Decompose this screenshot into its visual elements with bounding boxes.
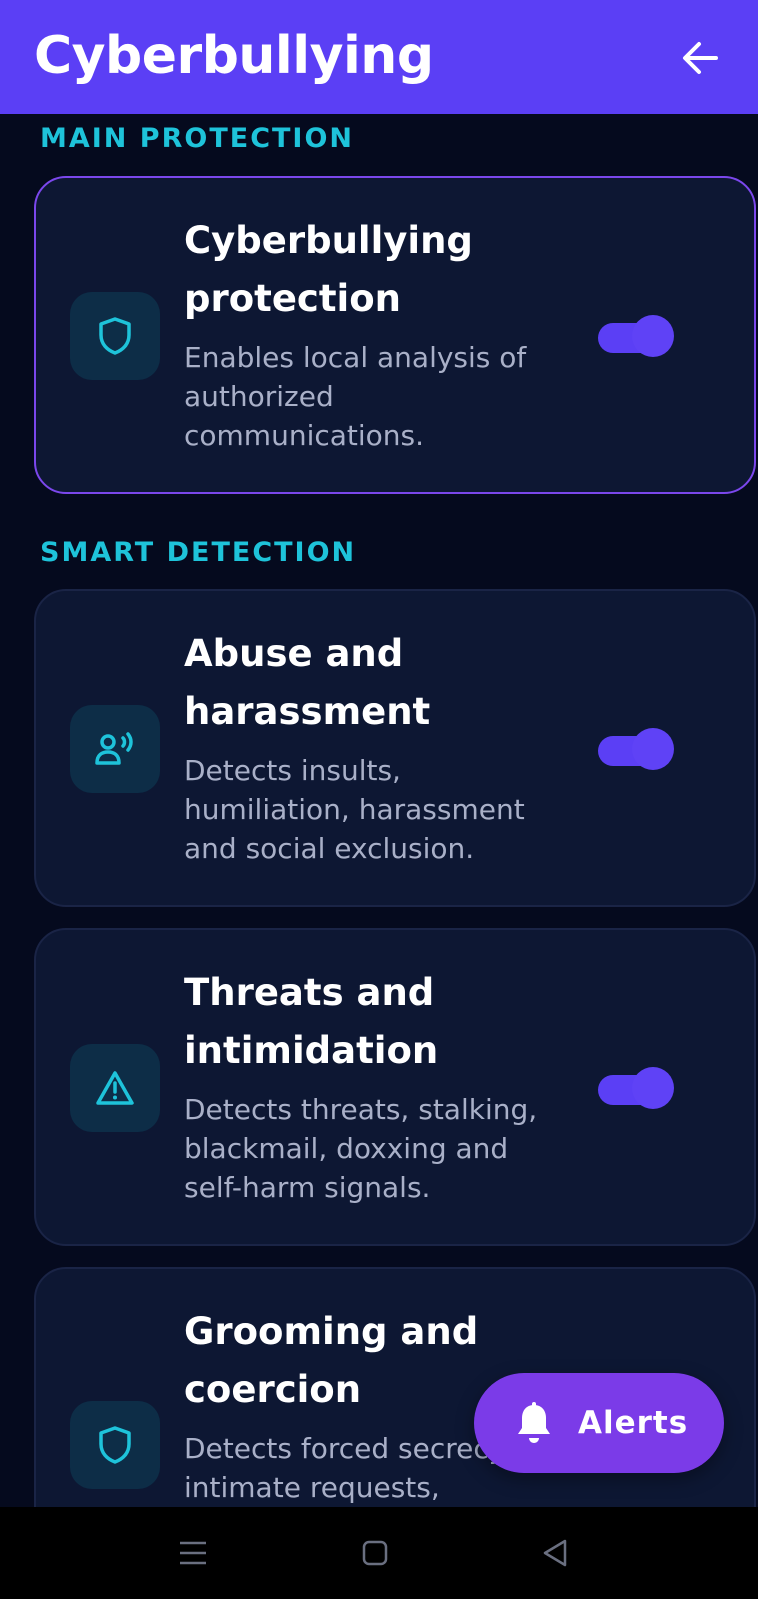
card-threats-intimidation: Threats and intimidation Detects threats…	[34, 928, 756, 1246]
section-label-main-protection: MAIN PROTECTION	[40, 123, 355, 154]
nav-back-button[interactable]	[536, 1533, 576, 1573]
nav-menu-button[interactable]	[173, 1533, 213, 1573]
card-title: Threats and intimidation	[184, 971, 439, 1072]
icon-tile	[70, 1044, 160, 1132]
app-bar: Cyberbullying	[0, 0, 758, 114]
page-title: Cyberbullying	[34, 26, 434, 86]
cyberbullying-protection-toggle[interactable]	[598, 315, 674, 357]
person-voice-icon	[95, 732, 133, 765]
icon-tile	[70, 292, 160, 380]
section-label-smart-detection: SMART DETECTION	[40, 537, 357, 568]
shield-icon	[99, 317, 131, 355]
alerts-label: Alerts	[578, 1405, 689, 1441]
menu-icon	[180, 1541, 206, 1565]
alerts-fab[interactable]: Alerts	[474, 1373, 724, 1473]
card-abuse-harassment: Abuse and harassment Detects insults, hu…	[34, 589, 756, 907]
abuse-harassment-toggle[interactable]	[598, 728, 674, 770]
arrow-left-icon	[683, 42, 718, 74]
icon-tile	[70, 705, 160, 793]
card-description: Detects insults, humiliation, harassment…	[184, 754, 525, 865]
threats-intimidation-toggle[interactable]	[598, 1067, 674, 1109]
card-description: Enables local analysis of authorized com…	[184, 341, 527, 452]
triangle-back-icon	[543, 1539, 567, 1567]
back-button[interactable]	[672, 30, 728, 86]
warning-icon	[96, 1071, 134, 1105]
shield-icon	[99, 1426, 131, 1464]
card-title: Cyberbullying protection	[184, 219, 473, 320]
toggle-thumb	[632, 1067, 674, 1109]
icon-tile	[70, 1401, 160, 1489]
toggle-thumb	[632, 728, 674, 770]
system-nav-bar	[0, 1507, 758, 1599]
home-icon	[362, 1540, 388, 1566]
card-cyberbullying-protection: Cyberbullying protection Enables local a…	[34, 176, 756, 494]
card-title: Abuse and harassment	[184, 632, 431, 733]
nav-home-button[interactable]	[355, 1533, 395, 1573]
card-description: Detects threats, stalking, blackmail, do…	[184, 1093, 538, 1204]
toggle-thumb	[632, 315, 674, 357]
bell-icon	[518, 1402, 550, 1443]
